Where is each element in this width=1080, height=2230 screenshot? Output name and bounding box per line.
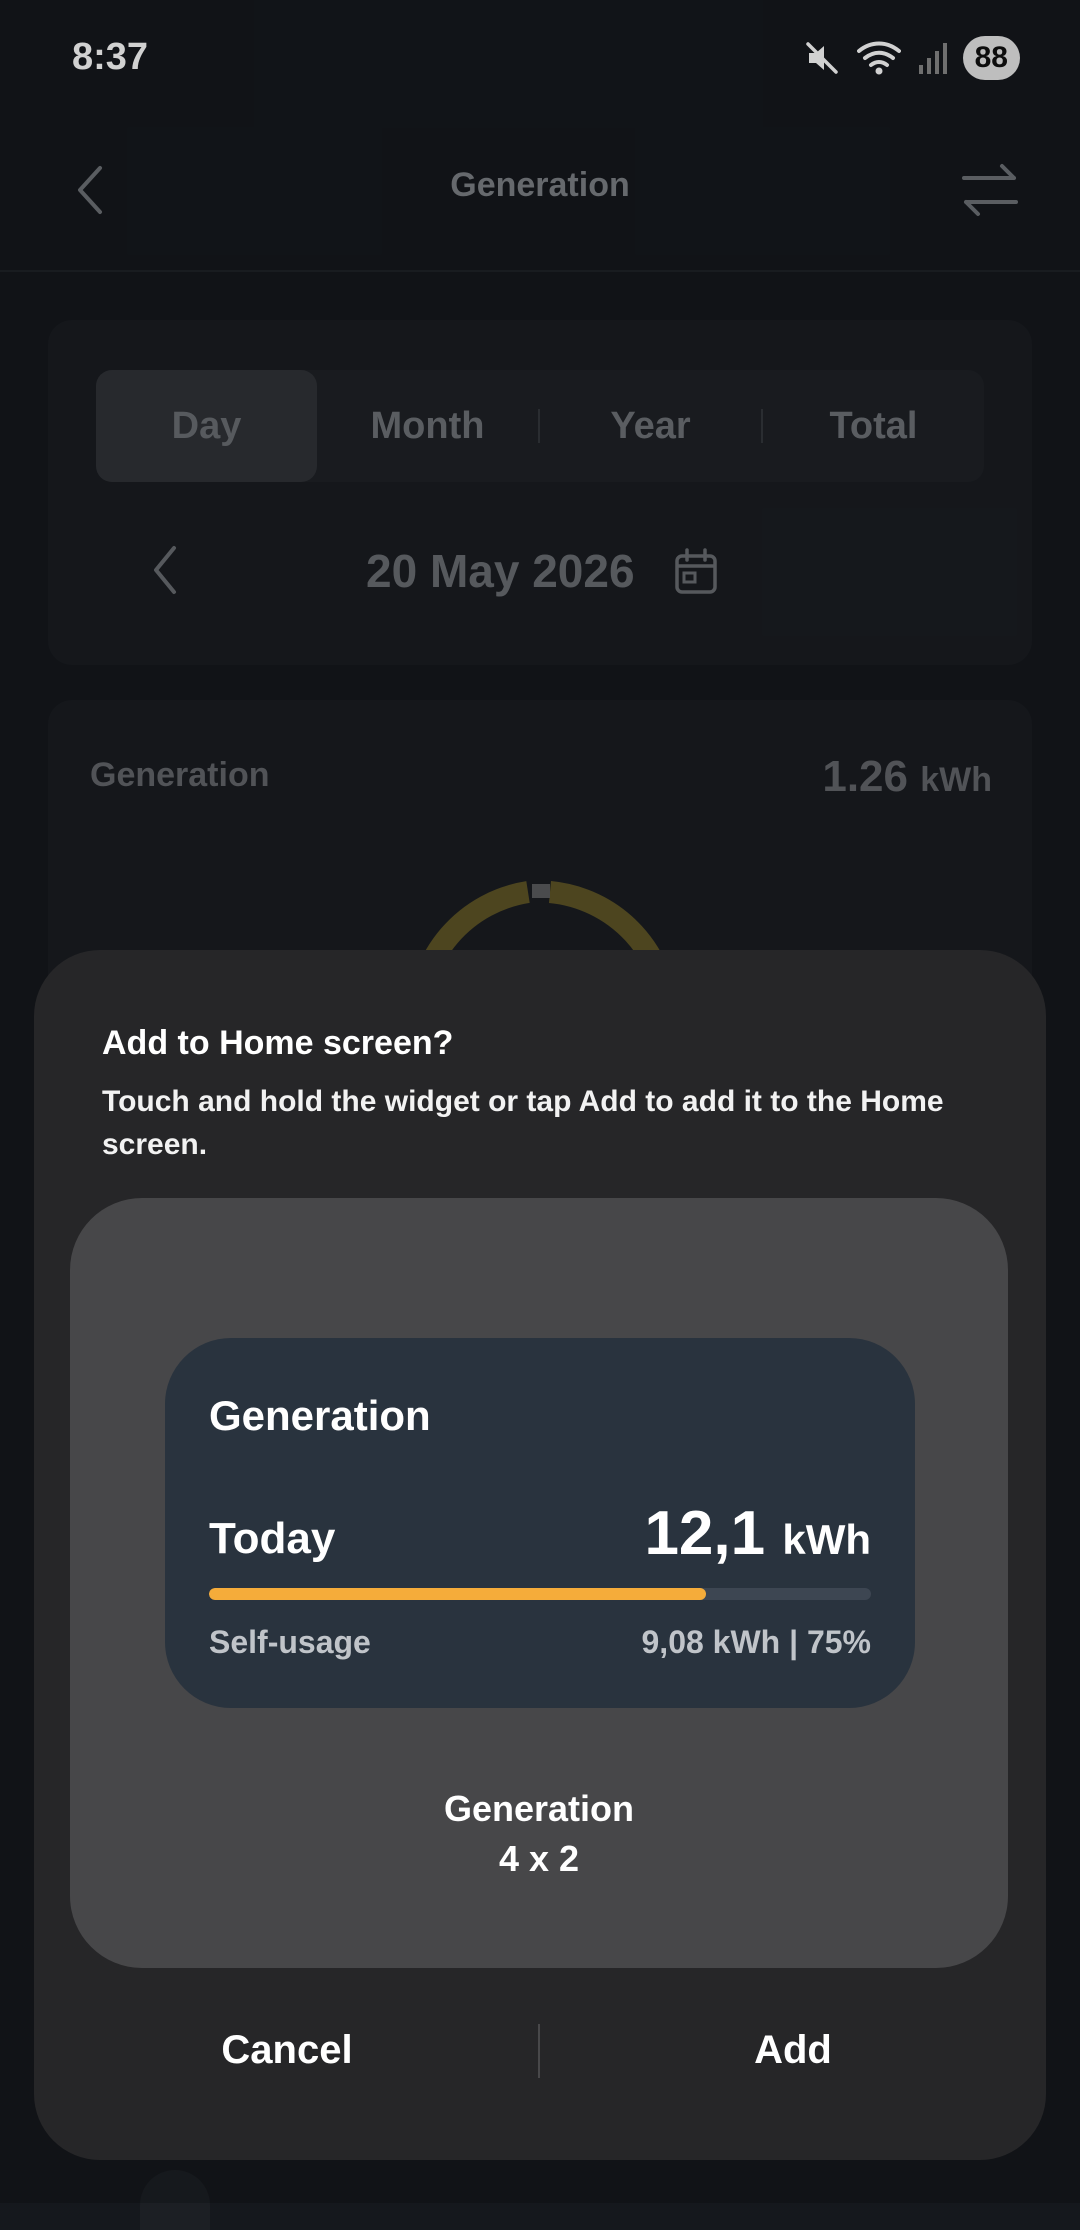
cancel-button[interactable]: Cancel [34,2010,540,2090]
widget-size: 4 x 2 [498,1838,580,1879]
add-widget-dialog: Add to Home screen? Touch and hold the w… [34,950,1046,2160]
self-usage-value: 9,08 kWh | 75% [641,1624,872,1660]
dialog-title: Add to Home screen? [102,1024,454,1062]
widget-title: Generation [209,1392,431,1439]
widget-value: 12,1 kWh [644,1498,871,1569]
widget-value-unit: kWh [782,1516,871,1563]
add-button[interactable]: Add [540,2010,1046,2090]
self-usage-progress-bar [209,1588,871,1600]
generation-widget[interactable]: Generation Today 12,1 kWh Self-usage 9,0… [165,1338,915,1708]
widget-value-number: 12,1 [644,1499,766,1568]
dialog-actions: Cancel Add [34,2010,1046,2090]
dialog-description: Touch and hold the widget or tap Add to … [102,1085,944,1161]
self-usage-label: Self-usage [209,1624,371,1660]
widget-period-label: Today [209,1514,336,1563]
widget-preview-area: Generation Today 12,1 kWh Self-usage 9,0… [70,1198,1008,1968]
widget-name: Generation [443,1788,635,1829]
self-usage-progress-fill [209,1588,706,1600]
